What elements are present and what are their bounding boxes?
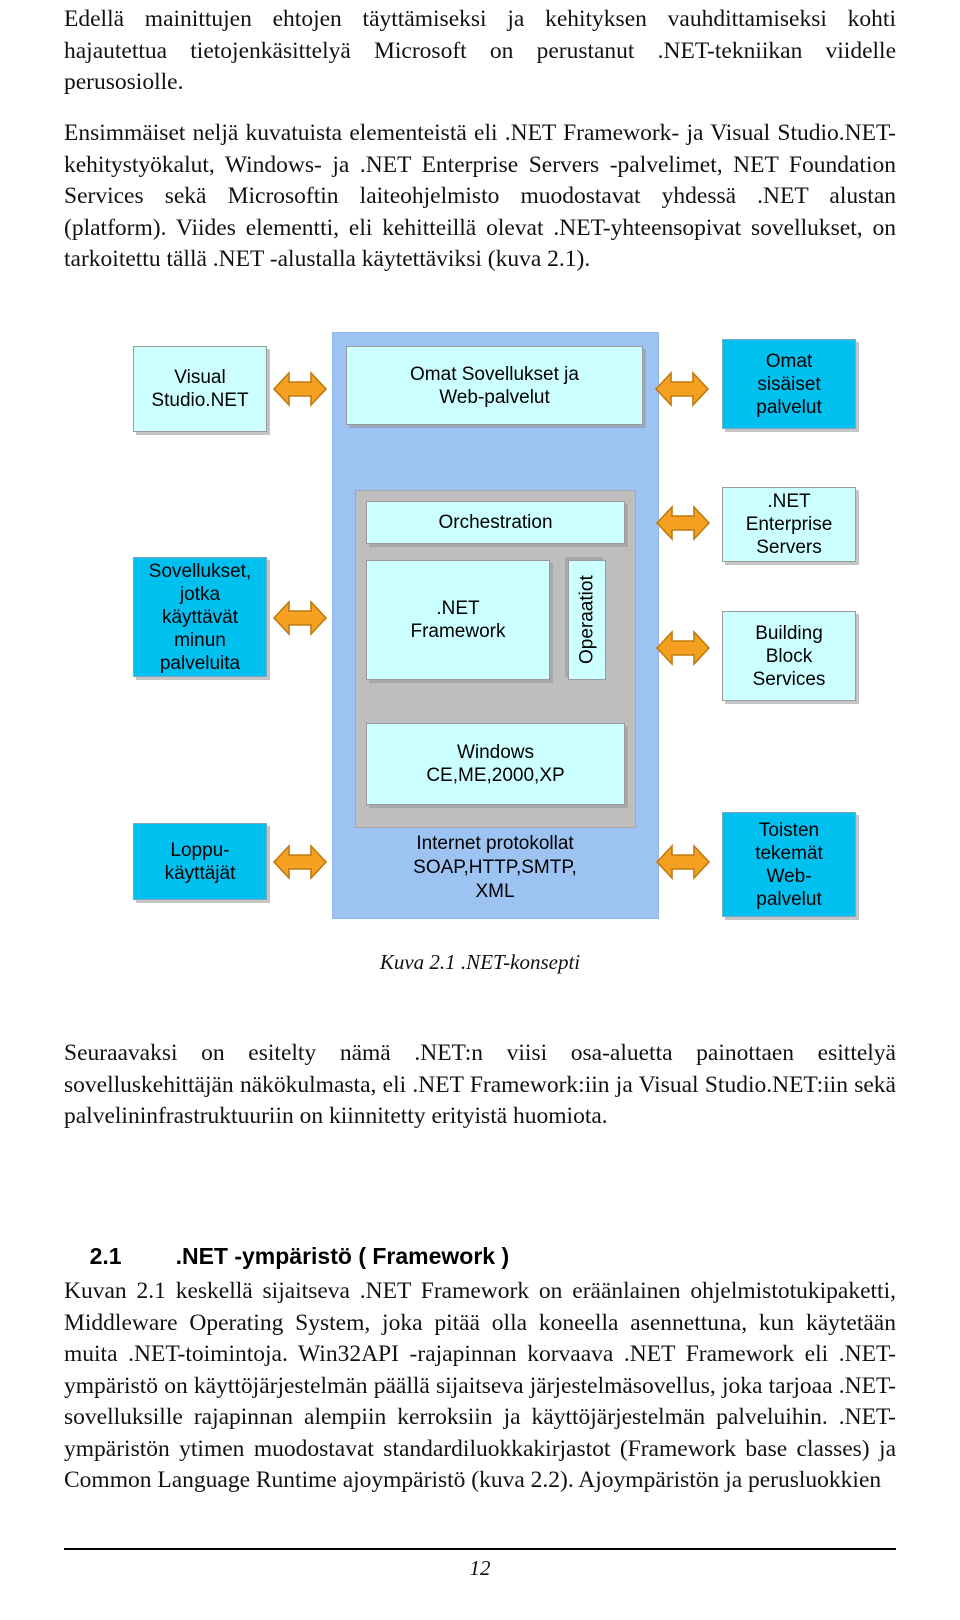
box-toisten-tekemat-web-palvelut[interactable]: Toisten tekemät Web- palvelut [722, 812, 856, 917]
section-title: .NET -ympäristö ( Framework ) [175, 1243, 510, 1269]
double-headed-arrow-icon-enterprise-servers [655, 504, 711, 542]
paragraph-2: Ensimmäiset neljä kuvatuista elementeist… [64, 120, 896, 272]
section-number: 2.1 [89, 1243, 122, 1269]
document-page: Edellä mainittujen ehtojen täyttämiseksi… [0, 0, 960, 1620]
double-headed-arrow-icon-loppukayttajat [272, 843, 328, 881]
label-internet-protokollat: Internet protokollat SOAP,HTTP,SMTP, XML [413, 833, 577, 902]
box-net-enterprise-servers[interactable]: .NET Enterprise Servers [722, 487, 856, 562]
double-headed-arrow-icon-visual-studio [272, 370, 328, 408]
box-net-framework[interactable]: .NET Framework [366, 560, 550, 680]
double-headed-arrow-icon-sovellukset-jotka [272, 599, 328, 637]
paragraph-3: Seuraavaksi on esitelty nämä .NET:n viis… [64, 1040, 896, 1129]
page-number: 12 [469, 1556, 491, 1580]
box-omat-sovellukset-web-palvelut[interactable]: Omat Sovellukset ja Web-palvelut [346, 346, 643, 425]
box-loppukayttajat[interactable]: Loppu- käyttäjät [133, 823, 267, 900]
box-orchestration[interactable]: Orchestration [366, 501, 625, 544]
box-operaatiot[interactable]: Operaatiot [568, 560, 606, 680]
paragraph-1: Edellä mainittujen ehtojen täyttämiseksi… [64, 6, 896, 95]
footer-divider [64, 1548, 896, 1550]
box-visual-studio[interactable]: Visual Studio.NET [133, 346, 267, 432]
paragraph-4: Kuvan 2.1 keskellä sijaitseva .NET Frame… [64, 1278, 896, 1493]
double-headed-arrow-icon-omat-sisaiset [654, 370, 710, 408]
box-sovellukset-jotka-kayttavat[interactable]: Sovellukset, jotka käyttävät minun palve… [133, 557, 267, 677]
box-building-block-services[interactable]: Building Block Services [722, 611, 856, 701]
figure-caption: Kuva 2.1 .NET-konsepti [379, 950, 581, 974]
box-windows[interactable]: Windows CE,ME,2000,XP [366, 723, 625, 805]
double-headed-arrow-icon-toisten-tekemat [655, 843, 711, 881]
box-omat-sisaiset-palvelut[interactable]: Omat sisäiset palvelut [722, 339, 856, 429]
double-headed-arrow-icon-building-block [655, 629, 711, 667]
